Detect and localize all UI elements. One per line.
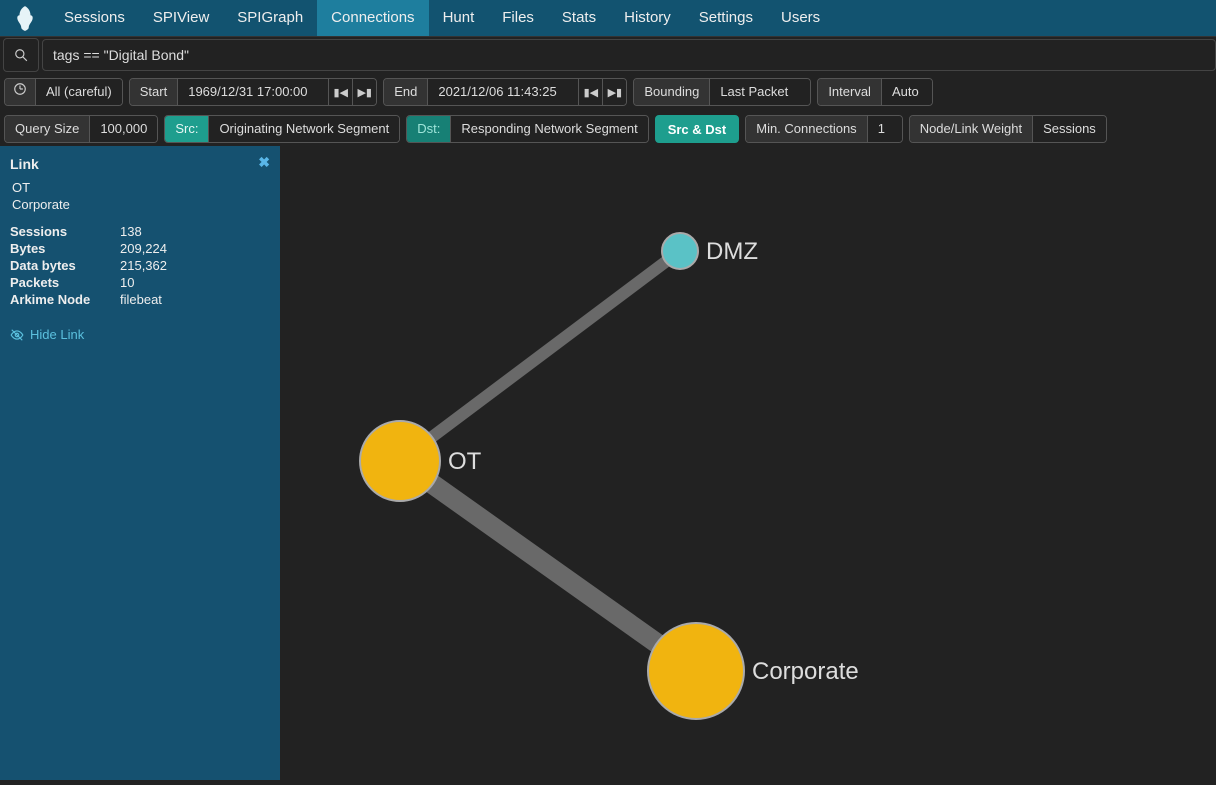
- search-bar: [0, 36, 1216, 72]
- start-step-forward[interactable]: ▶▮: [352, 78, 376, 106]
- dst-label: Dst:: [407, 115, 451, 143]
- link-stats: Sessions 138 Bytes 209,224 Data bytes 21…: [10, 224, 270, 307]
- step-forward-icon: ▶▮: [357, 86, 372, 99]
- interval-select[interactable]: Auto: [882, 78, 932, 106]
- time-range-select[interactable]: All (careful): [36, 78, 122, 106]
- step-back-icon: ▮◀: [584, 86, 599, 99]
- weight-label: Node/Link Weight: [910, 115, 1033, 143]
- weight-select[interactable]: Sessions: [1033, 115, 1106, 143]
- nav-spiview[interactable]: SPIView: [139, 0, 223, 36]
- stat-key: Data bytes: [10, 258, 120, 273]
- link-endpoint-b: Corporate: [10, 197, 270, 212]
- hide-link-button[interactable]: Hide Link: [10, 327, 270, 342]
- graph-node-corporate[interactable]: [648, 623, 744, 719]
- nav-connections[interactable]: Connections: [317, 0, 428, 36]
- stat-value: 138: [120, 224, 142, 239]
- search-input[interactable]: [42, 39, 1216, 71]
- stat-value: 10: [120, 275, 134, 290]
- stat-row: Bytes 209,224: [10, 241, 270, 256]
- start-step-back[interactable]: ▮◀: [328, 78, 352, 106]
- end-input[interactable]: [428, 78, 578, 106]
- dst-select[interactable]: Responding Network Segment: [451, 115, 647, 143]
- end-step-back[interactable]: ▮◀: [578, 78, 602, 106]
- graph-node-label: Corporate: [752, 658, 859, 685]
- search-icon: [14, 48, 28, 62]
- close-icon: ✖: [258, 154, 270, 170]
- nav-spigraph[interactable]: SPIGraph: [223, 0, 317, 36]
- link-endpoint-a: OT: [10, 180, 270, 195]
- min-connections-label: Min. Connections: [746, 115, 867, 143]
- stat-key: Bytes: [10, 241, 120, 256]
- close-panel-button[interactable]: ✖: [258, 154, 270, 171]
- stat-value: 209,224: [120, 241, 167, 256]
- src-and-dst-button[interactable]: Src & Dst: [655, 115, 740, 143]
- src-label: Src:: [165, 115, 209, 143]
- eye-slash-icon: [10, 328, 24, 342]
- hide-link-label: Hide Link: [30, 327, 84, 342]
- bounding-label: Bounding: [634, 78, 710, 106]
- stat-row: Data bytes 215,362: [10, 258, 270, 273]
- interval-label: Interval: [818, 78, 882, 106]
- nav-hunt[interactable]: Hunt: [429, 0, 489, 36]
- stat-row: Arkime Node filebeat: [10, 292, 270, 307]
- graph-node-ot[interactable]: [360, 421, 440, 501]
- nav-settings[interactable]: Settings: [685, 0, 767, 36]
- stat-key: Arkime Node: [10, 292, 120, 307]
- end-label: End: [384, 78, 428, 106]
- stat-value: 215,362: [120, 258, 167, 273]
- step-back-icon: ▮◀: [333, 86, 348, 99]
- nav-history[interactable]: History: [610, 0, 685, 36]
- stat-key: Packets: [10, 275, 120, 290]
- src-select[interactable]: Originating Network Segment: [209, 115, 399, 143]
- graph-controls: Query Size 100,000 Src: Originating Netw…: [0, 112, 1216, 146]
- stat-value: filebeat: [120, 292, 162, 307]
- graph-node-label: DMZ: [706, 238, 758, 265]
- graph-link[interactable]: [400, 461, 696, 671]
- connections-graph[interactable]: DMZ OT Corporate: [280, 146, 1216, 780]
- stat-key: Sessions: [10, 224, 120, 239]
- nav-stats[interactable]: Stats: [548, 0, 610, 36]
- step-forward-icon: ▶▮: [608, 86, 623, 99]
- start-label: Start: [130, 78, 178, 106]
- time-controls: All (careful) Start ▮◀ ▶▮ End ▮◀ ▶▮ Boun…: [0, 76, 1216, 108]
- top-nav: Sessions SPIView SPIGraph Connections Hu…: [0, 0, 1216, 36]
- query-size-select[interactable]: 100,000: [90, 115, 157, 143]
- min-connections-stepper[interactable]: 1: [868, 115, 902, 143]
- start-input[interactable]: [178, 78, 328, 106]
- stat-row: Sessions 138: [10, 224, 270, 239]
- link-details-panel: Link ✖ OT Corporate Sessions 138 Bytes 2…: [0, 146, 280, 780]
- query-size-label: Query Size: [5, 115, 90, 143]
- graph-node-label: OT: [448, 448, 482, 475]
- stat-row: Packets 10: [10, 275, 270, 290]
- arkime-owl-icon: [14, 3, 36, 33]
- bounding-select[interactable]: Last Packet: [710, 78, 810, 106]
- logo[interactable]: [0, 3, 50, 33]
- end-step-forward[interactable]: ▶▮: [602, 78, 626, 106]
- graph-node-dmz[interactable]: [662, 233, 698, 269]
- time-icon-button[interactable]: [5, 78, 36, 106]
- search-button[interactable]: [3, 38, 39, 72]
- clock-icon: [13, 82, 27, 96]
- nav-users[interactable]: Users: [767, 0, 834, 36]
- panel-title: Link: [10, 156, 270, 172]
- nav-files[interactable]: Files: [488, 0, 548, 36]
- nav-sessions[interactable]: Sessions: [50, 0, 139, 36]
- graph-link[interactable]: [400, 251, 680, 461]
